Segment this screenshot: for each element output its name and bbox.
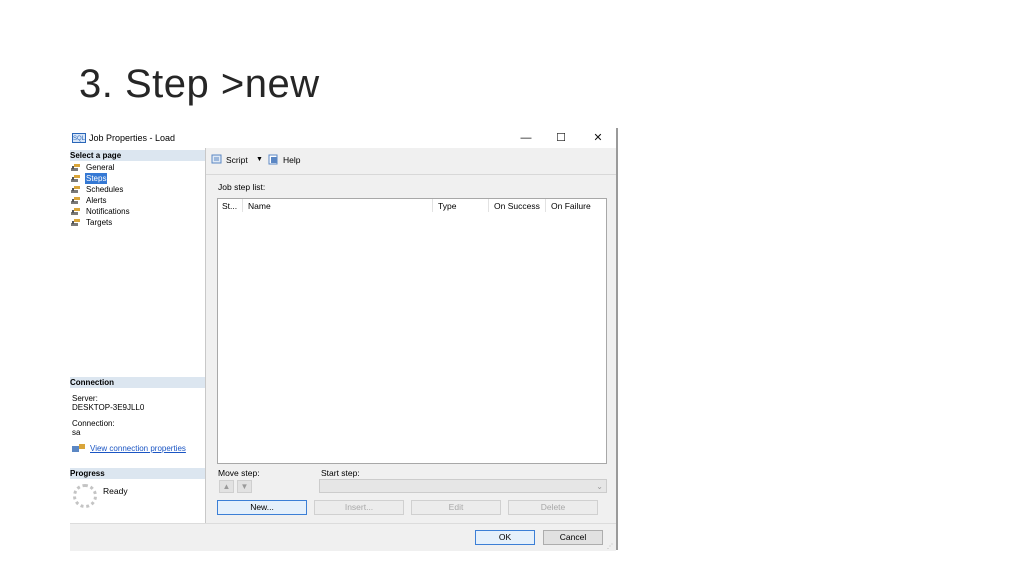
new-step-button[interactable]: New... [217, 500, 307, 515]
connection-properties-icon [72, 444, 85, 452]
minimize-button[interactable]: — [513, 130, 539, 146]
view-connection-properties-link[interactable]: View connection properties [90, 444, 186, 453]
column-header-type[interactable]: Type [438, 201, 456, 211]
connection-value: sa [72, 428, 81, 437]
window-title: Job Properties - Load [89, 133, 176, 143]
cancel-button[interactable]: Cancel [543, 530, 603, 545]
job-properties-window: SQL Job Properties - Load — ☐ ✕ Select a… [70, 128, 618, 551]
help-icon[interactable] [268, 154, 280, 165]
page-label: Schedules [86, 185, 124, 194]
resize-grip-icon[interactable]: ⋰ [607, 543, 613, 550]
close-button[interactable]: ✕ [585, 130, 611, 146]
column-header-step[interactable]: St... [222, 201, 237, 211]
connection-header: Connection [70, 377, 205, 388]
column-divider[interactable] [488, 199, 489, 212]
wrench-page-icon [71, 219, 80, 226]
insert-step-button[interactable]: Insert... [314, 500, 404, 515]
column-header-name[interactable]: Name [248, 201, 271, 211]
page-label: Steps [85, 173, 108, 184]
job-step-list-label: Job step list: [218, 182, 266, 192]
wrench-page-icon [71, 164, 80, 171]
server-value: DESKTOP-3E9JLL0 [72, 403, 145, 412]
page-label: General [86, 163, 115, 172]
chevron-down-icon: ⌄ [596, 482, 603, 491]
move-step-label: Move step: [218, 468, 260, 478]
wrench-page-icon [71, 208, 80, 215]
maximize-button[interactable]: ☐ [548, 130, 574, 146]
slide-title: 3. Step >new [79, 62, 320, 106]
column-divider[interactable] [432, 199, 433, 212]
page-label: Notifications [86, 207, 130, 216]
main-pane: Script ▼ Help Job step list: St... Name … [206, 148, 616, 523]
edit-step-button[interactable]: Edit [411, 500, 501, 515]
column-header-on-success[interactable]: On Success [494, 201, 540, 211]
ok-button[interactable]: OK [475, 530, 535, 545]
left-pane: Select a page General Steps Schedules Al… [70, 148, 206, 523]
server-label: Server: [72, 394, 98, 403]
column-divider[interactable] [242, 199, 243, 212]
script-button[interactable]: Script [226, 155, 248, 165]
progress-spinner-icon [73, 484, 97, 508]
toolbar: Script ▼ Help [206, 148, 616, 175]
start-step-label: Start step: [321, 468, 360, 478]
help-button[interactable]: Help [283, 155, 300, 165]
move-step-up-arrow-icon[interactable]: ▲ [219, 480, 234, 493]
script-icon[interactable] [211, 154, 223, 165]
window-border [616, 128, 618, 550]
page-label: Targets [86, 218, 113, 227]
progress-header: Progress [70, 468, 205, 479]
wrench-page-icon [71, 197, 80, 204]
ssms-app-icon: SQL [72, 133, 86, 143]
column-divider[interactable] [545, 199, 546, 212]
dialog-button-bar: OK Cancel ⋰ [70, 523, 616, 551]
delete-step-button[interactable]: Delete [508, 500, 598, 515]
connection-label: Connection: [72, 419, 115, 428]
column-header-on-failure[interactable]: On Failure [551, 201, 591, 211]
start-step-select[interactable]: ⌄ [319, 479, 607, 493]
script-dropdown-chevron-icon[interactable]: ▼ [256, 156, 263, 163]
wrench-page-icon [71, 175, 80, 182]
page-label: Alerts [86, 196, 107, 205]
move-step-down-arrow-icon[interactable]: ▼ [237, 480, 252, 493]
select-page-header: Select a page [70, 150, 205, 161]
wrench-page-icon [71, 186, 80, 193]
job-step-grid[interactable]: St... Name Type On Success On Failure [217, 198, 607, 464]
window-titlebar[interactable]: SQL Job Properties - Load — ☐ ✕ [70, 128, 618, 148]
progress-status: Ready [103, 486, 128, 496]
